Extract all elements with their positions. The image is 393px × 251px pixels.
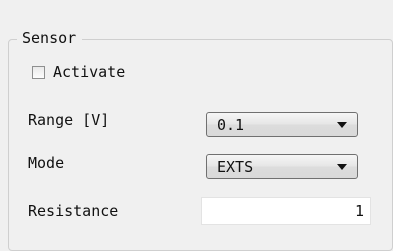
sensor-group-title: Sensor xyxy=(17,28,83,48)
chevron-down-icon[interactable] xyxy=(333,121,351,128)
range-select-value: 0.1 xyxy=(217,115,245,134)
resistance-label: Resistance xyxy=(28,202,119,220)
mode-select-value: EXTS xyxy=(217,157,254,176)
range-select[interactable]: 0.1 xyxy=(206,112,358,137)
resistance-input[interactable]: 1 xyxy=(201,197,371,225)
chevron-down-icon[interactable] xyxy=(333,163,351,170)
activate-checkbox[interactable]: Activate xyxy=(32,63,125,81)
mode-label: Mode xyxy=(28,154,65,172)
checkbox-icon[interactable] xyxy=(32,65,45,79)
range-label: Range [V] xyxy=(28,111,110,129)
activate-label: Activate xyxy=(53,63,126,81)
mode-select[interactable]: EXTS xyxy=(206,154,358,179)
